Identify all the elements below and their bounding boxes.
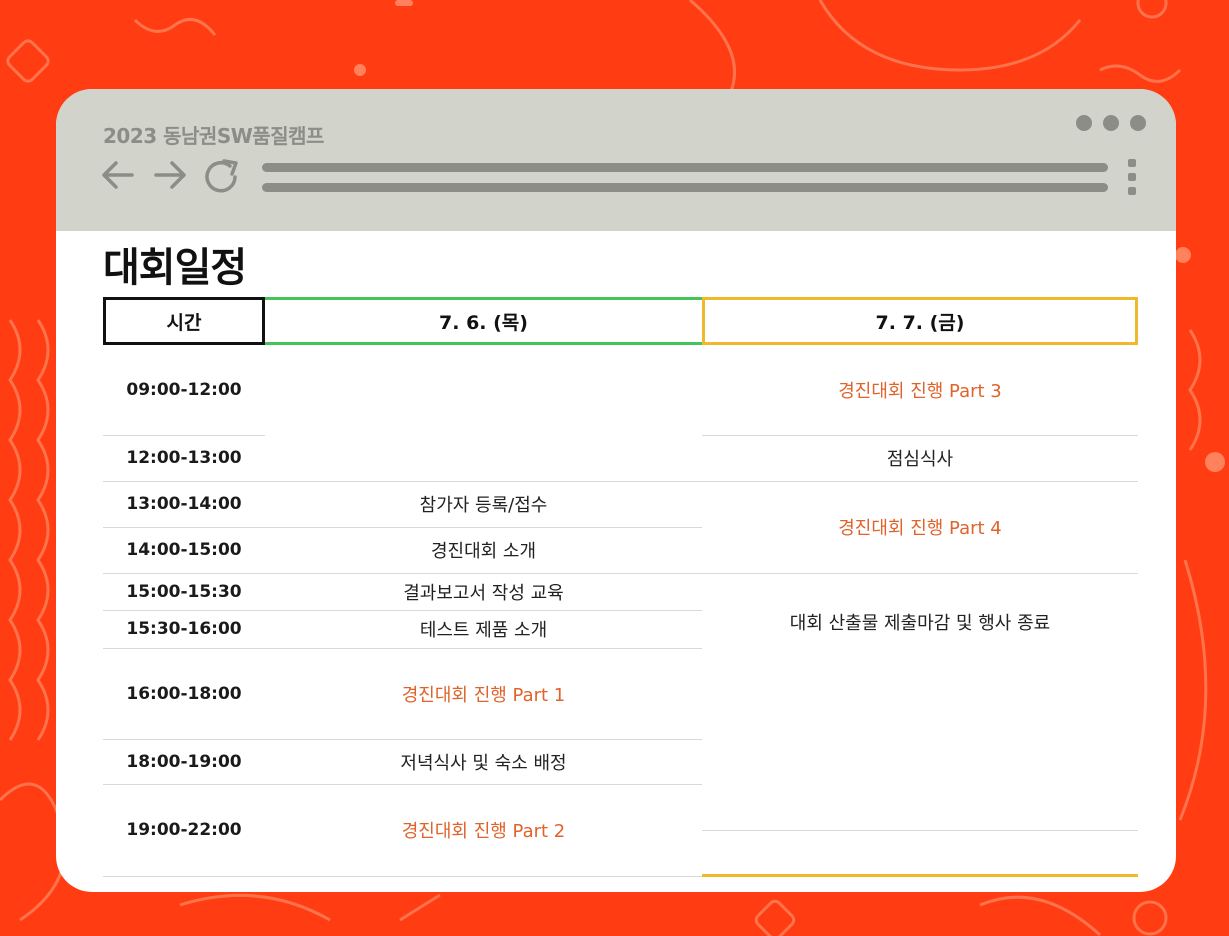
time-cell: 18:00-19:00 — [126, 751, 242, 772]
page-title: 대회일정 — [103, 245, 247, 291]
back-arrow-icon[interactable] — [100, 157, 136, 193]
day2-event: 점심식사 — [886, 449, 954, 470]
row-divider — [702, 435, 1138, 436]
day1-event-highlight: 경진대회 진행 Part 2 — [401, 821, 566, 842]
row-divider — [103, 573, 1138, 574]
row-divider — [103, 527, 702, 528]
row-divider — [103, 481, 1138, 482]
row-divider — [103, 739, 702, 740]
row-divider — [702, 830, 1138, 831]
day2-event: 대회 산출물 제출마감 및 행사 종료 — [789, 613, 1051, 634]
address-bar-line-1[interactable] — [262, 163, 1108, 172]
window-control-dot-3[interactable] — [1130, 115, 1146, 131]
time-cell: 12:00-13:00 — [126, 448, 242, 468]
menu-kebab-icon[interactable] — [1128, 159, 1136, 199]
window-control-dot-2[interactable] — [1103, 115, 1119, 131]
window-controls — [1076, 115, 1146, 131]
day1-event: 경진대회 소개 — [430, 541, 537, 562]
time-cell: 09:00-12:00 — [126, 380, 242, 400]
row-divider — [103, 648, 702, 649]
header-time: 시간 — [103, 297, 265, 345]
time-cell: 15:30-16:00 — [126, 619, 242, 639]
header-day1: 7. 6. (목) — [265, 297, 702, 345]
browser-toolbar: 2023 동남권SW품질캠프 — [56, 89, 1176, 231]
row-divider — [103, 876, 702, 877]
time-cell: 14:00-15:00 — [126, 540, 242, 560]
time-cell: 19:00-22:00 — [126, 820, 242, 840]
day2-event-highlight: 경진대회 진행 Part 3 — [838, 381, 1002, 402]
time-cell: 15:00-15:30 — [126, 581, 242, 602]
day2-event-highlight: 경진대회 진행 Part 4 — [838, 518, 1002, 539]
browser-title: 2023 동남권SW품질캠프 — [103, 124, 324, 148]
forward-arrow-icon[interactable] — [152, 157, 188, 193]
header-day2: 7. 7. (금) — [702, 297, 1138, 345]
day1-event-highlight: 경진대회 진행 Part 1 — [401, 684, 566, 706]
day1-event: 저녁식사 및 숙소 배정 — [400, 752, 567, 774]
row-divider — [103, 610, 702, 611]
day2-bottom-border — [702, 874, 1138, 877]
address-bar-line-2[interactable] — [262, 183, 1108, 192]
row-divider — [103, 784, 702, 785]
time-cell: 16:00-18:00 — [126, 683, 242, 704]
window-control-dot-1[interactable] — [1076, 115, 1092, 131]
browser-window: 2023 동남권SW품질캠프 대회일정 시간 7. 6. (목) 7. 7. (… — [56, 89, 1176, 892]
day1-event: 결과보고서 작성 교육 — [403, 582, 564, 604]
day1-event: 테스트 제품 소개 — [419, 620, 548, 641]
day1-event: 참가자 등록/접수 — [419, 495, 548, 516]
refresh-icon[interactable] — [202, 157, 242, 197]
row-divider — [103, 435, 265, 436]
time-cell: 13:00-14:00 — [126, 494, 242, 514]
